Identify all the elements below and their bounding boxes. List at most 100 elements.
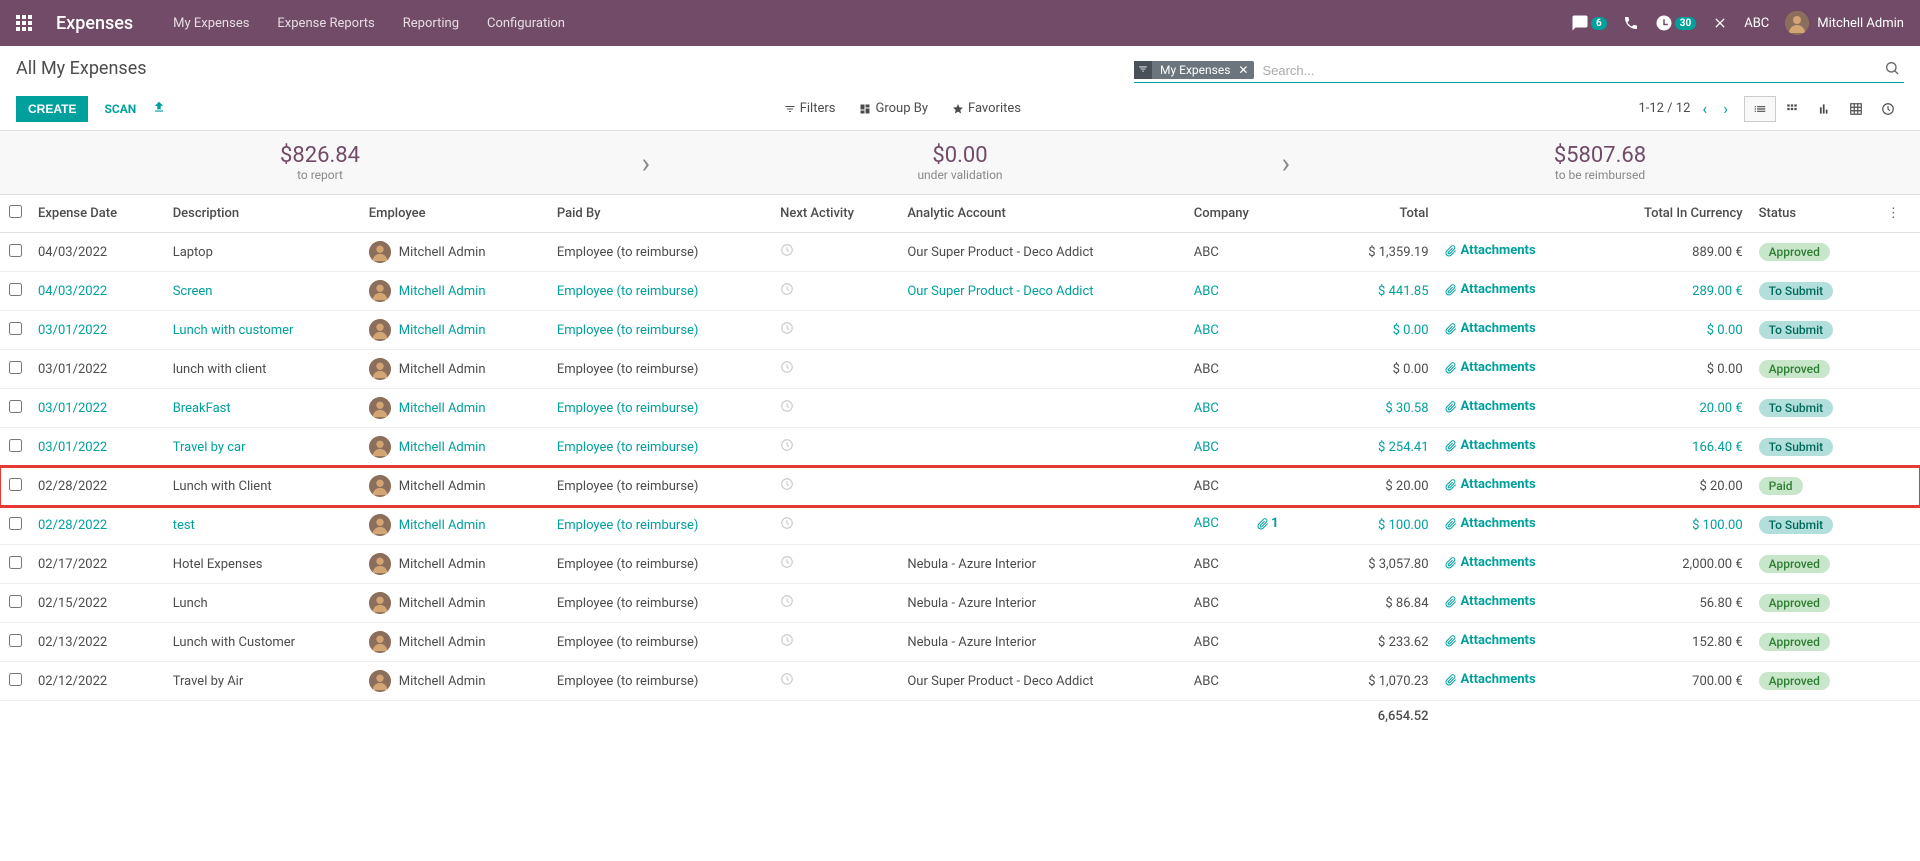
table-header-row: Expense Date Description Employee Paid B… <box>0 195 1920 233</box>
attachments-link[interactable]: Attachments <box>1445 282 1536 297</box>
table-row[interactable]: 03/01/2022 lunch with client Mitchell Ad… <box>0 350 1920 389</box>
cell-next-activity[interactable] <box>772 545 899 584</box>
employee-avatar-icon <box>369 670 391 692</box>
dash-to-report[interactable]: $826.84 to report › <box>0 131 640 194</box>
dash-to-reimburse[interactable]: $5807.68 to be reimbursed <box>1280 131 1920 194</box>
cell-next-activity[interactable] <box>772 662 899 701</box>
attachments-link[interactable]: Attachments <box>1445 633 1536 648</box>
table-row[interactable]: 02/17/2022 Hotel Expenses Mitchell Admin… <box>0 545 1920 584</box>
pager-prev-icon[interactable]: ‹ <box>1698 95 1711 122</box>
apps-menu-icon[interactable] <box>16 15 32 31</box>
row-checkbox[interactable] <box>9 634 22 647</box>
cell-status: Approved <box>1751 350 1879 389</box>
filter-tag-close-icon[interactable]: ✕ <box>1238 63 1248 77</box>
messaging-icon[interactable]: 6 <box>1571 14 1607 32</box>
col-status[interactable]: Status <box>1751 195 1879 233</box>
table-row[interactable]: 02/13/2022 Lunch with Customer Mitchell … <box>0 623 1920 662</box>
cell-next-activity[interactable] <box>772 467 899 506</box>
cell-next-activity[interactable] <box>772 272 899 311</box>
search-box[interactable]: My Expenses ✕ <box>1134 58 1904 83</box>
attachments-link[interactable]: Attachments <box>1445 243 1536 258</box>
kanban-view-icon[interactable] <box>1776 96 1808 122</box>
search-input[interactable] <box>1254 61 1880 80</box>
list-view-icon[interactable] <box>1744 96 1776 122</box>
favorites-button[interactable]: Favorites <box>952 101 1021 116</box>
pager-text[interactable]: 1-12 / 12 <box>1638 101 1690 116</box>
col-tic[interactable]: Total In Currency <box>1588 195 1750 233</box>
company-selector[interactable]: ABC <box>1744 16 1769 31</box>
row-checkbox[interactable] <box>9 400 22 413</box>
cell-next-activity[interactable] <box>772 350 899 389</box>
row-checkbox[interactable] <box>9 556 22 569</box>
pager-next-icon[interactable]: › <box>1719 95 1732 122</box>
cell-next-activity[interactable] <box>772 233 899 272</box>
nav-expense-reports[interactable]: Expense Reports <box>277 16 374 31</box>
attachments-link[interactable]: Attachments <box>1445 438 1536 453</box>
attachments-link[interactable]: Attachments <box>1445 594 1536 609</box>
table-row[interactable]: 03/01/2022 Lunch with customer Mitchell … <box>0 311 1920 350</box>
table-row[interactable]: 02/28/2022 test Mitchell Admin Employee … <box>0 506 1920 545</box>
pivot-view-icon[interactable] <box>1840 96 1872 122</box>
activities-icon[interactable]: 30 <box>1655 14 1696 32</box>
phone-icon[interactable] <box>1623 15 1639 31</box>
upload-icon[interactable] <box>152 100 166 118</box>
attachments-link[interactable]: Attachments <box>1445 555 1536 570</box>
row-checkbox[interactable] <box>9 673 22 686</box>
employee-avatar-icon <box>369 631 391 653</box>
table-row[interactable]: 02/28/2022 Lunch with Client Mitchell Ad… <box>0 467 1920 506</box>
col-next[interactable]: Next Activity <box>772 195 899 233</box>
row-checkbox[interactable] <box>9 283 22 296</box>
table-row[interactable]: 03/01/2022 Travel by car Mitchell Admin … <box>0 428 1920 467</box>
col-analytic[interactable]: Analytic Account <box>899 195 1185 233</box>
clock-icon <box>780 636 794 651</box>
table-row[interactable]: 04/03/2022 Laptop Mitchell Admin Employe… <box>0 233 1920 272</box>
col-date[interactable]: Expense Date <box>30 195 165 233</box>
row-checkbox[interactable] <box>9 322 22 335</box>
cell-next-activity[interactable] <box>772 389 899 428</box>
attachments-link[interactable]: Attachments <box>1445 672 1536 687</box>
group-by-button[interactable]: Group By <box>859 101 928 116</box>
row-checkbox[interactable] <box>9 478 22 491</box>
debug-icon[interactable] <box>1712 15 1728 31</box>
user-menu[interactable]: Mitchell Admin <box>1785 11 1904 35</box>
row-checkbox[interactable] <box>9 244 22 257</box>
create-button[interactable]: CREATE <box>16 96 88 122</box>
nav-reporting[interactable]: Reporting <box>403 16 459 31</box>
cell-next-activity[interactable] <box>772 623 899 662</box>
row-checkbox[interactable] <box>9 361 22 374</box>
table-row[interactable]: 02/15/2022 Lunch Mitchell Admin Employee… <box>0 584 1920 623</box>
cell-total: $ 100.00 <box>1287 506 1437 545</box>
attachments-link[interactable]: Attachments <box>1445 321 1536 336</box>
dash-under-validation[interactable]: $0.00 under validation › <box>640 131 1280 194</box>
col-paid[interactable]: Paid By <box>549 195 772 233</box>
table-row[interactable]: 04/03/2022 Screen Mitchell Admin Employe… <box>0 272 1920 311</box>
cell-next-activity[interactable] <box>772 584 899 623</box>
cell-analytic <box>899 389 1185 428</box>
scan-button[interactable]: SCAN <box>104 102 136 116</box>
col-desc[interactable]: Description <box>165 195 361 233</box>
app-title[interactable]: Expenses <box>56 13 133 34</box>
cell-next-activity[interactable] <box>772 311 899 350</box>
attachments-link[interactable]: Attachments <box>1445 360 1536 375</box>
nav-configuration[interactable]: Configuration <box>487 16 565 31</box>
col-total[interactable]: Total <box>1287 195 1437 233</box>
cell-next-activity[interactable] <box>772 506 899 545</box>
select-all-checkbox[interactable] <box>9 205 22 218</box>
table-row[interactable]: 02/12/2022 Travel by Air Mitchell Admin … <box>0 662 1920 701</box>
attachments-link[interactable]: Attachments <box>1445 399 1536 414</box>
filters-button[interactable]: Filters <box>784 101 836 116</box>
column-options-icon[interactable]: ⋮ <box>1879 195 1920 233</box>
row-checkbox[interactable] <box>9 517 22 530</box>
search-icon[interactable] <box>1880 60 1904 80</box>
activity-view-icon[interactable] <box>1872 96 1904 122</box>
row-checkbox[interactable] <box>9 439 22 452</box>
col-emp[interactable]: Employee <box>361 195 549 233</box>
row-checkbox[interactable] <box>9 595 22 608</box>
table-row[interactable]: 03/01/2022 BreakFast Mitchell Admin Empl… <box>0 389 1920 428</box>
col-company[interactable]: Company <box>1186 195 1287 233</box>
attachments-link[interactable]: Attachments <box>1445 516 1536 531</box>
cell-next-activity[interactable] <box>772 428 899 467</box>
nav-my-expenses[interactable]: My Expenses <box>173 16 249 31</box>
graph-view-icon[interactable] <box>1808 96 1840 122</box>
attachments-link[interactable]: Attachments <box>1445 477 1536 492</box>
